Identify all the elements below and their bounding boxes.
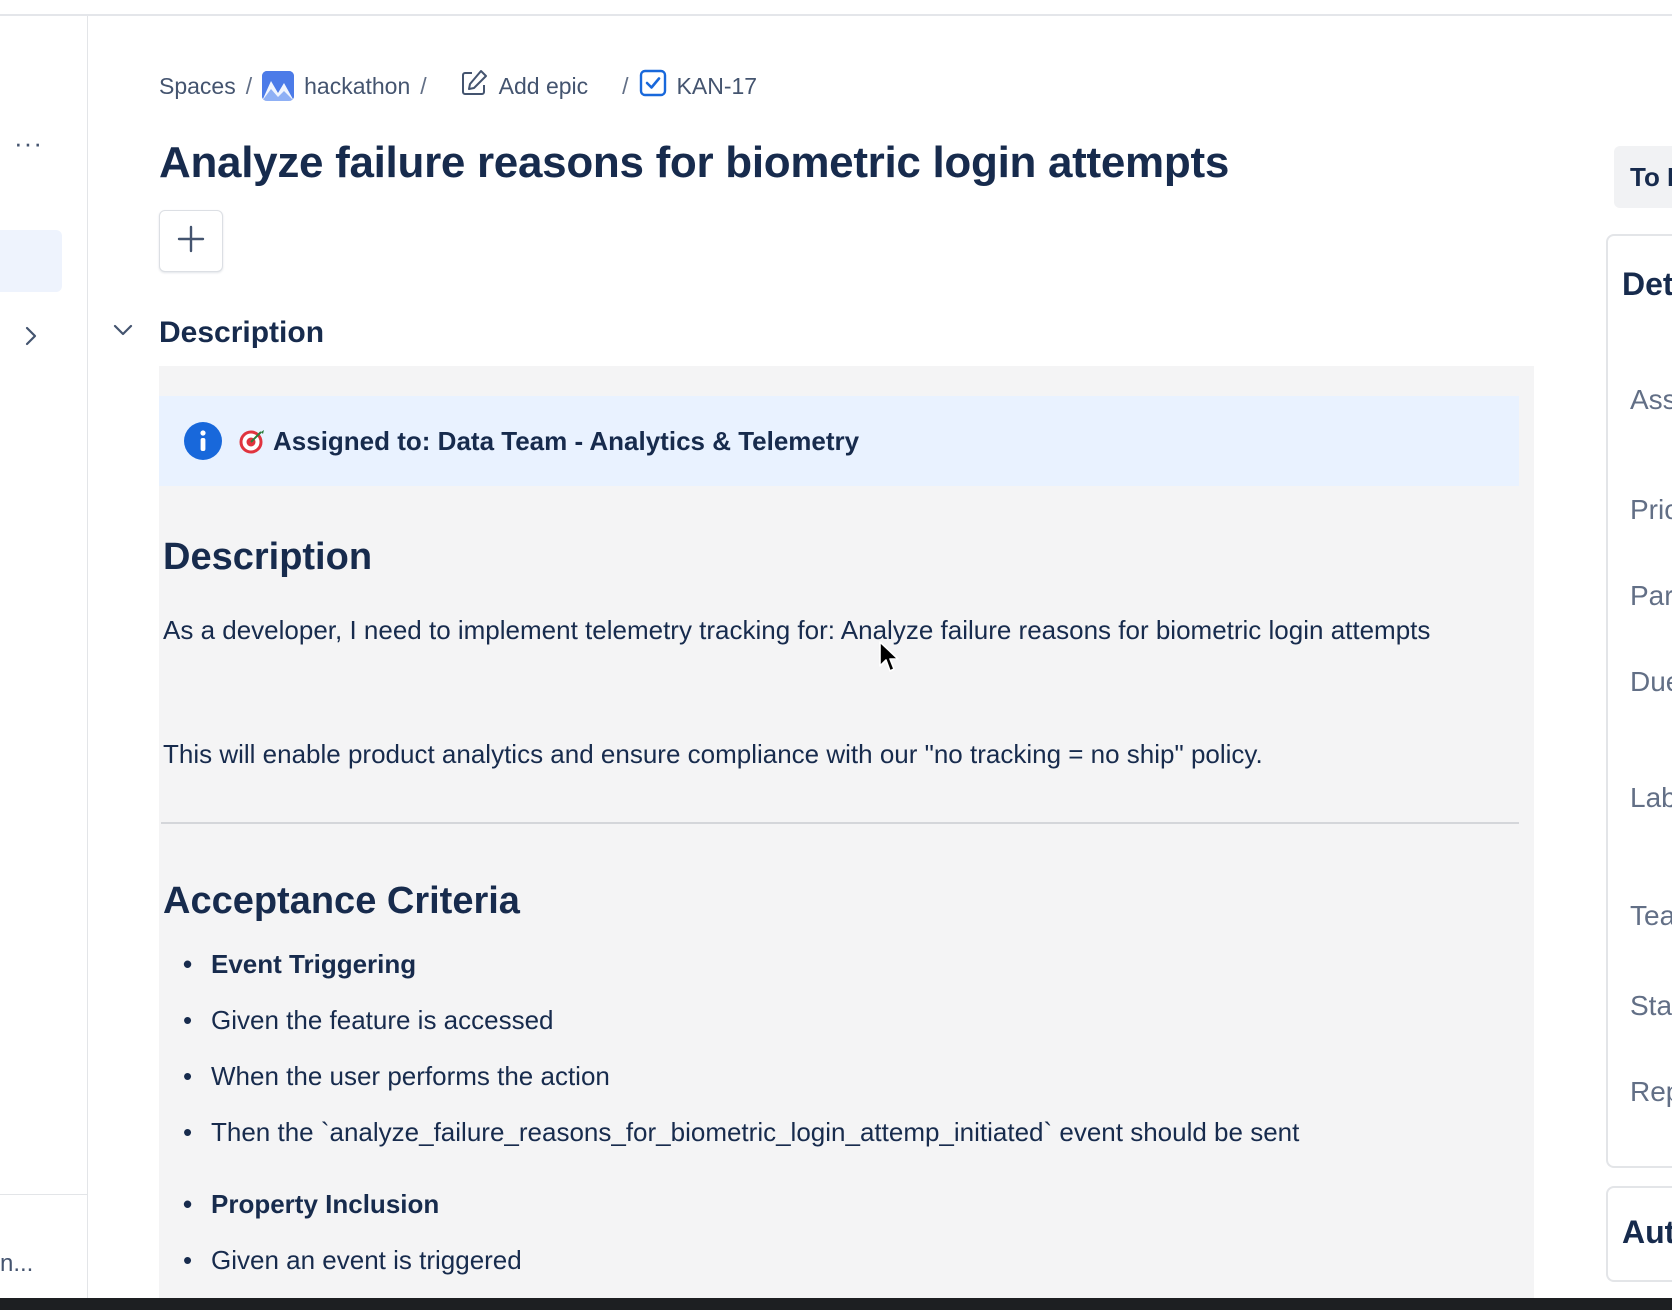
details-title[interactable]: Details — [1622, 266, 1672, 303]
page-title[interactable]: Analyze failure reasons for biometric lo… — [159, 138, 1229, 188]
breadcrumb-separator: / — [245, 72, 253, 99]
list-item: Event Triggering — [163, 936, 1299, 992]
breadcrumb-issue-key: KAN-17 — [676, 72, 758, 99]
field-assignee-label: Ass — [1630, 384, 1672, 415]
description-body-heading: Description — [163, 536, 373, 578]
automation-panel[interactable]: Aut — [1606, 1186, 1672, 1282]
breadcrumb: Spaces / hackathon / Add epic / KAN-17 — [159, 68, 757, 104]
more-actions-icon[interactable]: ··· — [14, 128, 43, 159]
info-panel-text: Assigned to: Data Team - Analytics & Tel… — [273, 425, 860, 456]
status-button[interactable]: To D — [1614, 146, 1672, 208]
field-labels-label: Lab — [1630, 782, 1672, 813]
info-icon — [183, 421, 223, 461]
breadcrumb-separator: / — [420, 72, 427, 99]
description-editor[interactable]: Assigned to: Data Team - Analytics & Tel… — [159, 366, 1534, 1310]
field-due-date-label: Due — [1630, 666, 1672, 697]
left-sidebar: ··· n... — [0, 16, 88, 1298]
list-item: Given the feature is accessed — [163, 992, 1299, 1048]
list-item: Then the `analyze_failure_reasons_for_bi… — [163, 1104, 1299, 1160]
sidebar-divider — [0, 1194, 87, 1195]
add-epic-label: Add epic — [498, 72, 589, 99]
mouse-cursor-icon — [878, 640, 900, 679]
acceptance-criteria-heading: Acceptance Criteria — [163, 880, 520, 922]
info-panel: Assigned to: Data Team - Analytics & Tel… — [159, 396, 1519, 486]
top-divider — [0, 14, 1672, 16]
add-epic-button[interactable]: Add epic — [459, 68, 589, 104]
description-section-heading: Description — [159, 316, 325, 349]
field-start-date-label: Sta — [1630, 990, 1672, 1021]
breadcrumb-issue-link[interactable]: KAN-17 — [639, 69, 758, 103]
project-avatar-icon — [262, 71, 295, 101]
description-paragraph: This will enable product analytics and e… — [163, 739, 1263, 769]
details-panel: Details Ass Prio Par Due Lab Tea Sta Rep — [1606, 234, 1672, 1168]
field-team-label: Tea — [1630, 900, 1672, 931]
collapse-description-toggle[interactable] — [112, 322, 134, 343]
acceptance-criteria-list: Event Triggering Given the feature is ac… — [163, 936, 1299, 1288]
plus-icon — [176, 224, 206, 259]
breadcrumb-project-label: hackathon — [304, 72, 411, 99]
add-button[interactable] — [159, 210, 223, 272]
chevron-right-icon[interactable] — [22, 324, 40, 353]
breadcrumb-spaces-link[interactable]: Spaces — [159, 73, 236, 100]
task-checkbox-icon — [639, 69, 667, 103]
field-reporter-label: Rep — [1630, 1076, 1672, 1107]
automation-title: Aut — [1622, 1214, 1672, 1250]
list-item: Property Inclusion — [163, 1176, 1299, 1232]
description-paragraph: As a developer, I need to implement tele… — [163, 615, 1431, 645]
edit-icon — [459, 68, 489, 104]
list-item: When the user performs the action — [163, 1048, 1299, 1104]
target-icon — [239, 428, 265, 454]
sidebar-footer-item[interactable]: n... — [0, 1250, 33, 1278]
taskbar-strip — [0, 1298, 1672, 1310]
horizontal-rule — [161, 822, 1519, 824]
list-item: Given an event is triggered — [163, 1232, 1299, 1288]
field-priority-label: Prio — [1630, 494, 1672, 525]
field-parent-label: Par — [1630, 580, 1672, 611]
breadcrumb-project-link[interactable]: hackathon — [262, 71, 410, 101]
sidebar-selected-item[interactable] — [0, 230, 62, 292]
breadcrumb-separator: / — [622, 72, 629, 99]
